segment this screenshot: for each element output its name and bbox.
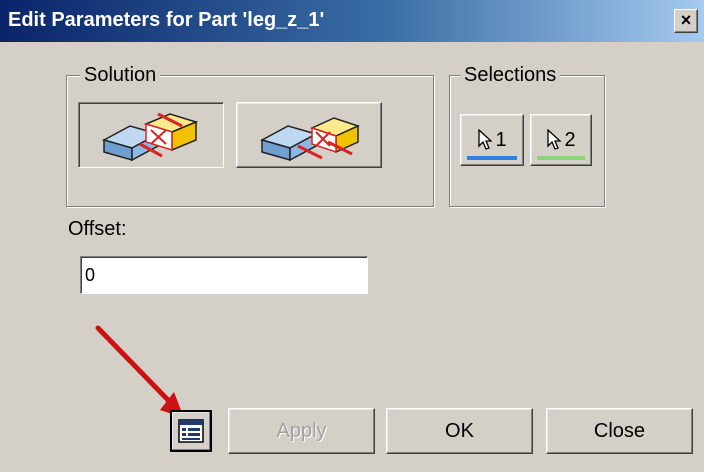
selection-1-button[interactable]: 1 xyxy=(460,114,524,166)
title-bar[interactable]: Edit Parameters for Part 'leg_z_1' × xyxy=(0,0,704,42)
close-button-label: Close xyxy=(593,419,646,442)
selection-1-color-bar xyxy=(467,156,517,160)
window-close-button[interactable]: × xyxy=(674,9,698,33)
selection-2-color-bar xyxy=(537,156,585,160)
selection-2-number: 2 xyxy=(564,128,576,151)
solution-option-2-button[interactable] xyxy=(236,102,382,168)
solution-option-1-button[interactable] xyxy=(78,102,224,168)
solution-group-label: Solution xyxy=(80,64,161,87)
ok-button-label: OK xyxy=(445,419,474,442)
cursor-arrow-icon xyxy=(478,129,494,150)
selection-2-button[interactable]: 2 xyxy=(530,114,592,166)
window-title: Edit Parameters for Part 'leg_z_1' xyxy=(8,9,325,31)
ok-button[interactable]: OK xyxy=(386,408,533,454)
properties-icon xyxy=(178,419,204,443)
apply-button-label: Apply xyxy=(276,419,327,442)
apply-button[interactable]: Apply xyxy=(228,408,375,454)
selection-1-number: 1 xyxy=(495,128,507,151)
mate-solution-2-icon xyxy=(260,117,361,162)
properties-button[interactable] xyxy=(170,410,212,452)
offset-input[interactable] xyxy=(80,256,368,294)
offset-label: Offset: xyxy=(68,218,127,240)
close-button[interactable]: Close xyxy=(546,408,693,454)
mate-solution-1-icon xyxy=(102,112,199,162)
cursor-arrow-icon xyxy=(547,129,563,150)
selections-group-label: Selections xyxy=(460,64,561,87)
close-icon: × xyxy=(680,10,692,30)
